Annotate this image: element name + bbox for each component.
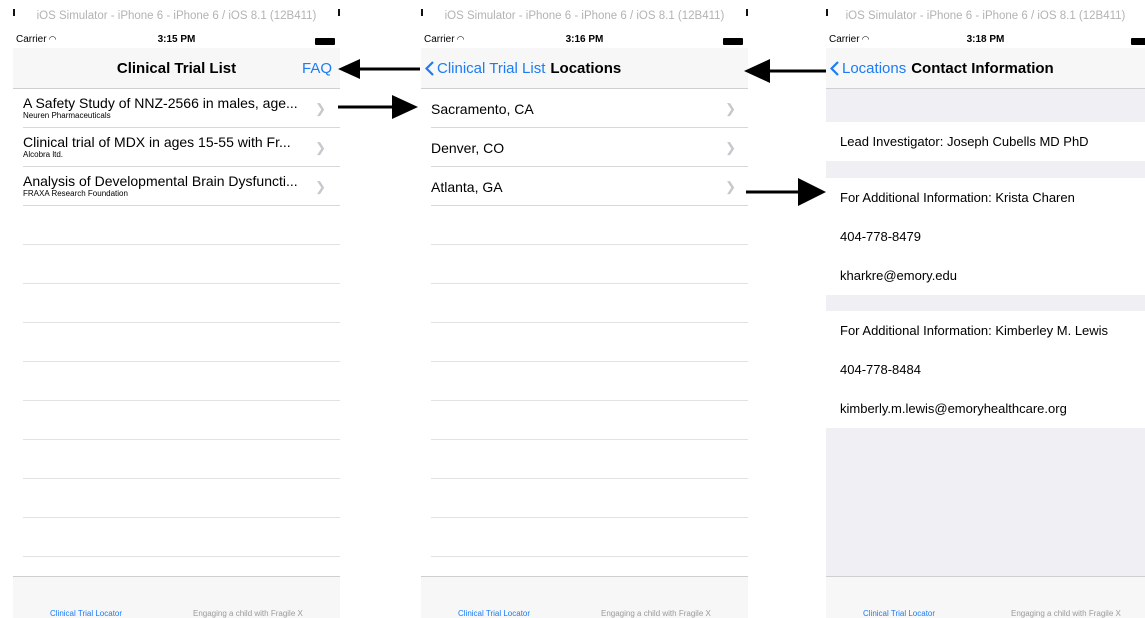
status-bar: Carrier ◠ 3:16 PM	[421, 33, 748, 48]
navigation-bar: Clinical Trial List FAQ	[13, 48, 340, 89]
list-item[interactable]: Sacramento, CA ❯	[431, 89, 748, 128]
arrow-icon	[338, 59, 420, 79]
back-label: Locations	[842, 60, 907, 77]
chevron-right-icon: ❯	[725, 140, 736, 155]
empty-row	[431, 284, 748, 323]
screen-clinical-trial-list: iOS Simulator - iPhone 6 - iPhone 6 / iO…	[13, 0, 340, 618]
trial-list: A Safety Study of NNZ-2566 in males, age…	[13, 89, 340, 557]
phone-cell[interactable]: 404-778-8484	[826, 350, 1145, 389]
chevron-right-icon: ❯	[315, 101, 326, 116]
tab-bar: Clinical Trial Locator Engaging a child …	[13, 576, 340, 618]
empty-row	[23, 401, 340, 440]
status-bar: Carrier ◠ 3:18 PM	[826, 33, 1145, 48]
trial-title: A Safety Study of NNZ-2566 in males, age…	[23, 95, 298, 111]
battery-icon	[315, 38, 335, 45]
phone-cell[interactable]: 404-778-8479	[826, 217, 1145, 256]
chevron-right-icon: ❯	[315, 140, 326, 155]
empty-row	[431, 362, 748, 401]
list-item[interactable]: Atlanta, GA ❯	[431, 167, 748, 206]
tab-bar: Clinical Trial Locator Engaging a child …	[421, 576, 748, 618]
status-time: 3:18 PM	[966, 34, 1005, 45]
empty-row	[431, 206, 748, 245]
battery-icon	[723, 38, 743, 45]
window-corner	[13, 9, 15, 16]
empty-row	[431, 479, 748, 518]
screen-contact-information: iOS Simulator - iPhone 6 - iPhone 6 / iO…	[826, 0, 1145, 618]
nav-title: Contact Information	[911, 60, 1054, 77]
chevron-right-icon: ❯	[315, 179, 326, 194]
trial-title: Analysis of Developmental Brain Dysfunct…	[23, 173, 298, 189]
trial-title: Clinical trial of MDX in ages 15-55 with…	[23, 134, 291, 150]
empty-row	[23, 518, 340, 557]
list-item[interactable]: Clinical trial of MDX in ages 15-55 with…	[23, 128, 340, 167]
list-item[interactable]: A Safety Study of NNZ-2566 in males, age…	[23, 89, 340, 128]
tab-clinical-trial-locator[interactable]: Clinical Trial Locator	[50, 609, 122, 618]
back-label: Clinical Trial List	[437, 60, 546, 77]
window-corner	[421, 9, 423, 16]
tab-bar: Clinical Trial Locator Engaging a child …	[826, 576, 1145, 618]
empty-row	[431, 401, 748, 440]
contact-table: Lead Investigator: Joseph Cubells MD PhD…	[826, 89, 1145, 576]
arrow-icon	[746, 178, 826, 206]
tab-engaging-child[interactable]: Engaging a child with Fragile X	[601, 609, 711, 618]
arrow-icon	[744, 59, 826, 83]
back-button[interactable]: Clinical Trial List Locations	[424, 60, 622, 77]
window-corner	[826, 9, 828, 16]
location-label: Sacramento, CA	[431, 101, 534, 117]
location-label: Atlanta, GA	[431, 179, 503, 195]
email-cell[interactable]: kimberly.m.lewis@emoryhealthcare.org	[826, 389, 1145, 428]
navigation-bar: Locations Contact Information	[826, 48, 1145, 89]
tab-clinical-trial-locator[interactable]: Clinical Trial Locator	[458, 609, 530, 618]
window-corner	[746, 9, 748, 16]
empty-row	[431, 323, 748, 362]
status-bar: Carrier ◠ 3:15 PM	[13, 33, 340, 48]
empty-row	[23, 323, 340, 362]
navigation-bar: Clinical Trial List Locations	[421, 48, 748, 89]
empty-row	[431, 440, 748, 479]
arrow-icon	[338, 95, 418, 119]
simulator-title: iOS Simulator - iPhone 6 - iPhone 6 / iO…	[444, 10, 725, 22]
contact-info-cell: For Additional Information: Kimberley M.…	[826, 311, 1145, 350]
list-item[interactable]: Denver, CO ❯	[431, 128, 748, 167]
chevron-right-icon: ❯	[725, 179, 736, 194]
trial-sponsor: Alcobra ltd.	[23, 150, 64, 159]
nav-title: Clinical Trial List	[116, 60, 237, 77]
battery-icon	[1131, 38, 1145, 45]
nav-title: Locations	[550, 60, 622, 77]
location-label: Denver, CO	[431, 140, 505, 156]
trial-sponsor: Neuren Pharmaceuticals	[23, 111, 111, 120]
empty-row	[23, 362, 340, 401]
back-chevron-icon	[829, 61, 839, 76]
lead-investigator-cell: Lead Investigator: Joseph Cubells MD PhD	[826, 122, 1145, 161]
status-time: 3:16 PM	[565, 34, 604, 45]
empty-row	[431, 518, 748, 557]
trial-sponsor: FRAXA Research Foundation	[23, 189, 128, 198]
status-time: 3:15 PM	[157, 34, 196, 45]
email-cell[interactable]: kharkre@emory.edu	[826, 256, 1145, 295]
location-list: Sacramento, CA ❯ Denver, CO ❯ Atlanta, G…	[421, 89, 748, 557]
empty-row	[23, 206, 340, 245]
empty-row	[23, 440, 340, 479]
faq-button[interactable]: FAQ	[302, 60, 332, 77]
window-corner	[338, 9, 340, 16]
chevron-right-icon: ❯	[725, 101, 736, 116]
empty-row	[23, 284, 340, 323]
empty-row	[23, 479, 340, 518]
back-chevron-icon	[424, 61, 434, 76]
simulator-title: iOS Simulator - iPhone 6 - iPhone 6 / iO…	[845, 10, 1126, 22]
back-button[interactable]: Locations Contact Information	[829, 60, 1054, 77]
empty-row	[431, 245, 748, 284]
tab-engaging-child[interactable]: Engaging a child with Fragile X	[193, 609, 303, 618]
list-item[interactable]: Analysis of Developmental Brain Dysfunct…	[23, 167, 340, 206]
simulator-title: iOS Simulator - iPhone 6 - iPhone 6 / iO…	[36, 10, 317, 22]
empty-row	[23, 245, 340, 284]
tab-engaging-child[interactable]: Engaging a child with Fragile X	[1011, 609, 1121, 618]
contact-info-cell: For Additional Information: Krista Chare…	[826, 178, 1145, 217]
tab-clinical-trial-locator[interactable]: Clinical Trial Locator	[863, 609, 935, 618]
screen-locations: iOS Simulator - iPhone 6 - iPhone 6 / iO…	[421, 0, 748, 618]
